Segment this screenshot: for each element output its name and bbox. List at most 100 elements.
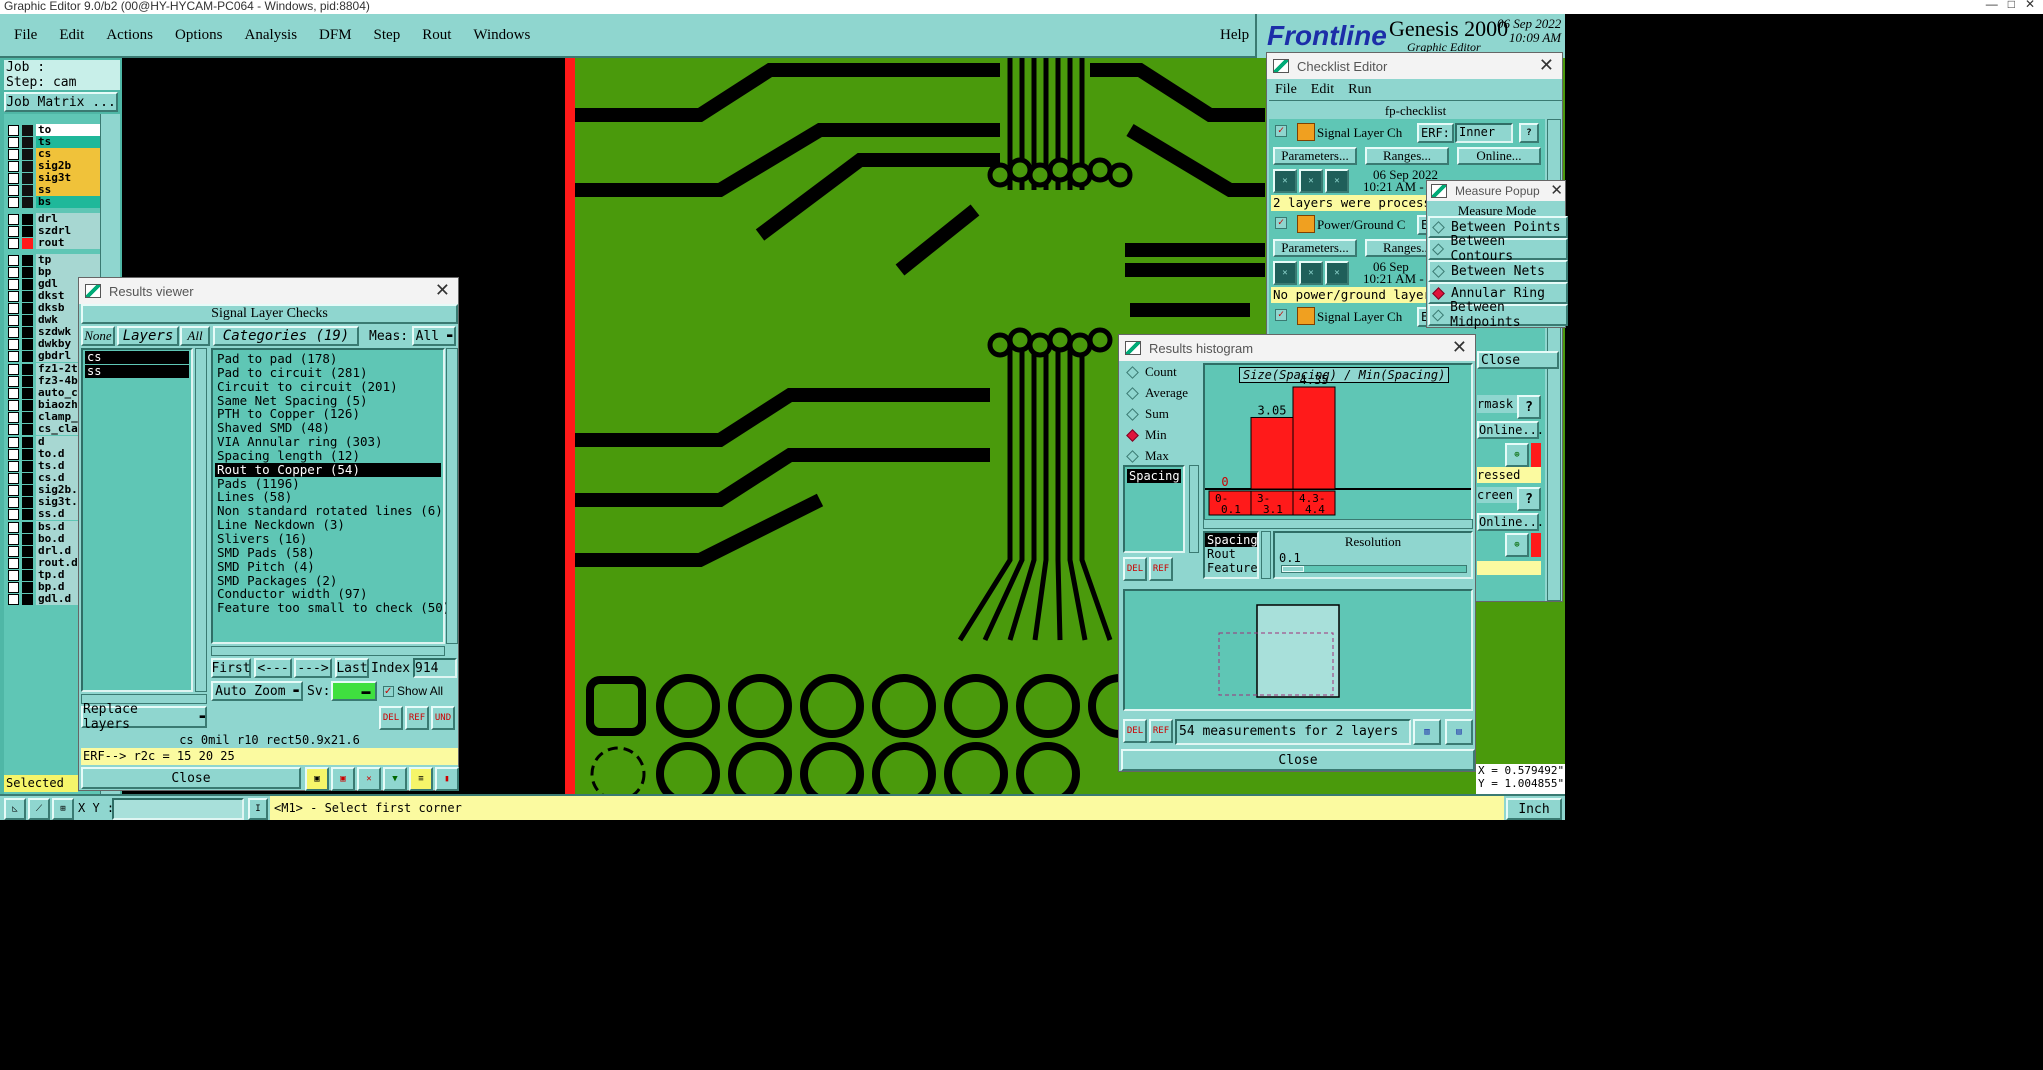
ref-icon[interactable]: REF (405, 706, 429, 730)
online-button-4[interactable]: Online... (1477, 513, 1544, 531)
parameters-button[interactable]: Parameters... (1273, 239, 1357, 257)
layer-checkbox[interactable] (8, 436, 19, 448)
layer-checkbox[interactable] (8, 184, 19, 196)
menu-options[interactable]: Options (175, 27, 223, 44)
layer-checkbox[interactable] (8, 533, 19, 545)
check-icon[interactable]: ✓ (1275, 125, 1287, 137)
report-icon[interactable]: ≡ (409, 767, 433, 791)
layer-checkbox[interactable] (8, 172, 19, 184)
line-mode-icon[interactable]: ⟋ (28, 798, 50, 820)
layer-checkbox[interactable] (8, 375, 19, 387)
parameters-button[interactable]: Parameters... (1273, 147, 1357, 165)
layer-row-to[interactable]: to (8, 124, 100, 136)
checklist-titlebar[interactable]: Checklist Editor ✕ (1267, 53, 1562, 79)
category-list[interactable]: Pad to pad (178) Pad to circuit (281) Circ… (211, 348, 450, 644)
grid-icon[interactable]: ⊞ (52, 798, 74, 820)
close-icon[interactable]: ✕ (1539, 55, 1554, 76)
layer-checkbox[interactable] (8, 569, 19, 581)
layer-row-ts[interactable]: ts (8, 136, 100, 148)
category-item[interactable]: VIA Annular ring (303) (215, 435, 441, 449)
show-all-checkbox[interactable]: ✓ Show All (383, 684, 443, 698)
layer-checkbox[interactable] (8, 557, 19, 569)
layer-checkbox[interactable] (8, 411, 19, 423)
layer-checkbox[interactable] (8, 326, 19, 338)
prev-button[interactable]: <--- (254, 658, 292, 678)
close-icon[interactable]: ✕ (1550, 181, 1563, 199)
layer-checkbox[interactable] (8, 460, 19, 472)
layer-row-sig3t[interactable]: sig3t (8, 172, 100, 184)
result-layer-item[interactable]: ss (85, 365, 189, 378)
category-hscroll[interactable] (211, 646, 445, 656)
layer-checkbox[interactable] (8, 581, 19, 593)
layer-checkbox[interactable] (8, 254, 19, 266)
menu-windows[interactable]: Windows (473, 27, 530, 44)
category-item[interactable]: Conductor width (97) (215, 587, 441, 601)
run-icon[interactable]: ✕ (1273, 169, 1297, 193)
layer-checkbox[interactable] (8, 399, 19, 411)
result-layer-item[interactable]: cs (85, 351, 189, 364)
layer-checkbox[interactable] (8, 545, 19, 557)
layer-row-rout[interactable]: rout (8, 237, 100, 249)
category-item[interactable]: Rout to Copper (54) (215, 462, 441, 477)
layer-checkbox[interactable] (8, 521, 19, 533)
checklist-menu-edit[interactable]: Edit (1311, 82, 1334, 98)
menu-rout[interactable]: Rout (422, 27, 451, 44)
online-button[interactable]: Online... (1457, 147, 1541, 165)
check-icon[interactable]: ✓ (1275, 217, 1287, 229)
attr-list[interactable]: Spacing (1123, 465, 1185, 553)
ref-icon-2[interactable]: REF (1149, 719, 1173, 743)
xy-input[interactable] (112, 798, 244, 820)
none-button[interactable]: None (81, 326, 115, 346)
zoom-icon[interactable]: ⊕ (1505, 443, 1529, 467)
histogram-close-button[interactable]: Close (1121, 749, 1475, 771)
checklist-menu-run[interactable]: Run (1348, 82, 1371, 98)
export-icon[interactable]: ▤ (1445, 719, 1473, 745)
layer-checkbox[interactable] (8, 225, 19, 237)
erf-value[interactable]: Inner (1455, 123, 1513, 143)
meas-dropdown[interactable]: All ▬ (412, 326, 456, 346)
delete-icon[interactable]: DEL (379, 706, 403, 730)
layer-checkbox[interactable] (8, 314, 19, 326)
delete-icon-2[interactable]: DEL (1123, 719, 1147, 743)
layer-list-scrollbar[interactable] (195, 348, 207, 692)
category-item[interactable]: Non standard rotated lines (6) (215, 504, 443, 518)
chart-hscroll[interactable] (1203, 519, 1473, 529)
last-button[interactable]: Last (335, 658, 369, 678)
layer-checkbox[interactable] (8, 472, 19, 484)
clear-icon[interactable]: ✕ (357, 767, 381, 791)
stop-icon[interactable]: ✕ (1325, 169, 1349, 193)
histogram-bar[interactable] (1250, 416, 1294, 490)
index-field[interactable] (413, 658, 457, 678)
category-scrollbar[interactable] (446, 348, 458, 644)
step-icon[interactable]: ✕ (1299, 261, 1323, 285)
hist-option-sum[interactable]: Sum (1126, 406, 1169, 422)
resolution-slider[interactable] (1281, 565, 1467, 573)
measure-mode-between-nets[interactable]: Between Nets (1428, 260, 1568, 282)
help-menu[interactable]: Help (1220, 27, 1249, 44)
layers-button[interactable]: Layers (117, 326, 179, 346)
layer-checkbox[interactable] (8, 237, 19, 249)
menu-analysis[interactable]: Analysis (245, 27, 298, 44)
layer-checkbox[interactable] (8, 196, 19, 208)
layer-checkbox[interactable] (8, 387, 19, 399)
layer-row-bs[interactable]: bs (8, 196, 100, 208)
close-icon[interactable]: ✕ (1452, 337, 1467, 358)
category-item[interactable]: Circuit to circuit (201) (215, 379, 441, 394)
all-button[interactable]: All (180, 326, 210, 346)
category-item[interactable]: Line Neckdown (3) (215, 518, 441, 532)
category-item[interactable]: SMD Packages (2) (215, 573, 441, 588)
attr2-spacing[interactable]: Spacing (1205, 533, 1258, 547)
first-button[interactable]: First (211, 658, 251, 678)
layer-checkbox[interactable] (8, 338, 19, 350)
histogram-icon[interactable]: ▮ (435, 767, 459, 791)
category-item[interactable]: Pads (1196) (215, 476, 441, 491)
category-item[interactable]: Shaved SMD (48) (215, 421, 441, 435)
job-matrix-button[interactable]: Job Matrix ... (4, 92, 118, 112)
layer-checkbox[interactable] (8, 136, 19, 148)
layer-checkbox[interactable] (8, 423, 19, 435)
category-item[interactable]: SMD Pitch (4) (215, 559, 441, 574)
category-item[interactable]: Lines (58) (215, 490, 441, 504)
category-item[interactable]: PTH to Copper (126) (215, 407, 441, 421)
layer-checkbox[interactable] (8, 266, 19, 278)
layer-checkbox[interactable] (8, 593, 19, 605)
